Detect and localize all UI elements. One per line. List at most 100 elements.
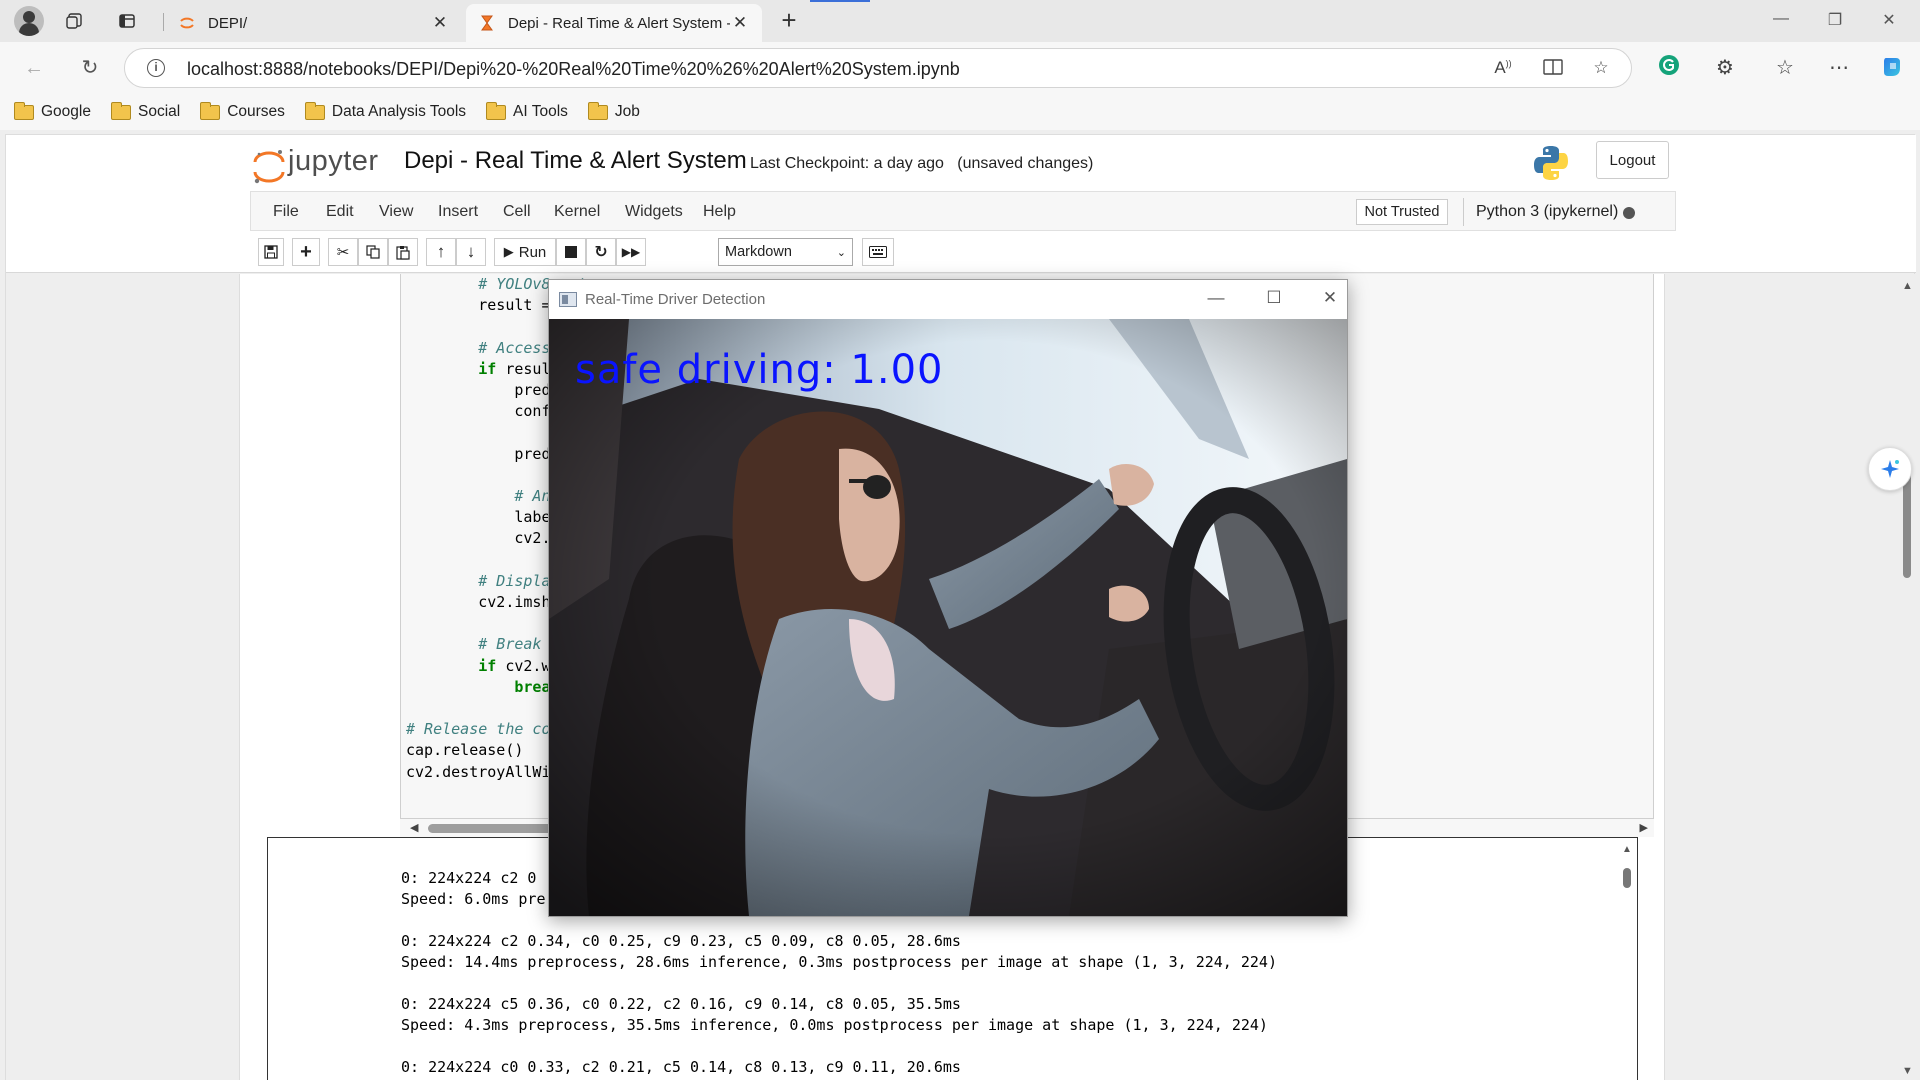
menu-kernel[interactable]: Kernel (554, 203, 600, 221)
bookmark-label: AI Tools (513, 103, 568, 120)
refresh-icon[interactable]: ↻ (76, 55, 104, 81)
tab-depi-folder[interactable]: DEPI/ ✕ (166, 4, 462, 42)
move-up-icon[interactable]: ↑ (426, 238, 456, 266)
notebook-name[interactable]: Depi - Real Time & Alert System (404, 147, 747, 175)
opencv-window[interactable]: Real-Time Driver Detection — ☐ ✕ safe dr… (548, 279, 1348, 917)
close-window-icon[interactable]: ✕ (1315, 288, 1345, 310)
close-tab-icon[interactable]: ✕ (430, 13, 450, 33)
opencv-titlebar[interactable]: Real-Time Driver Detection — ☐ ✕ (549, 280, 1347, 319)
tab-actions-icon[interactable] (114, 9, 140, 33)
menu-cell[interactable]: Cell (503, 203, 531, 221)
keyword-token: if (478, 656, 497, 675)
tab-notebook[interactable]: Depi - Real Time & Alert System - ✕ (466, 4, 762, 42)
cell-type-value: Markdown (725, 244, 792, 260)
menu-widgets[interactable]: Widgets (625, 203, 683, 221)
close-window-icon[interactable]: ✕ (1874, 10, 1904, 32)
output-line: Speed: 14.4ms preprocess, 28.6ms inferen… (401, 953, 1277, 971)
tab-separator (163, 13, 164, 31)
bookmark-label: Data Analysis Tools (331, 103, 467, 120)
favorite-star-icon[interactable]: ☆ (1589, 58, 1613, 80)
bookmark-label: Courses (227, 103, 285, 120)
scroll-right-icon[interactable]: ▶ (1640, 821, 1648, 834)
maximize-icon[interactable]: ☐ (1259, 288, 1289, 310)
keyboard-icon[interactable] (862, 238, 894, 266)
unsaved-indicator: (unsaved changes) (957, 155, 1094, 172)
run-label: Run (518, 243, 547, 261)
minimize-icon[interactable]: — (1201, 288, 1231, 310)
folder-icon (304, 101, 325, 120)
menu-view[interactable]: View (379, 203, 413, 221)
jupyter-logo-text[interactable]: jupyter (288, 145, 379, 178)
more-icon[interactable]: ⋯ (1824, 54, 1854, 82)
driver-image (549, 319, 1347, 916)
window-app-icon (559, 292, 577, 307)
read-aloud-icon[interactable]: A)) (1491, 58, 1515, 80)
menu-insert[interactable]: Insert (438, 203, 478, 221)
restart-run-all-icon[interactable]: ▶▶ (616, 238, 646, 266)
logout-button[interactable]: Logout (1596, 141, 1669, 179)
bookmark-social[interactable]: Social (110, 101, 180, 121)
interrupt-icon[interactable] (556, 238, 586, 266)
paste-icon[interactable] (388, 238, 418, 266)
menu-help[interactable]: Help (703, 203, 736, 221)
back-icon[interactable]: ← (20, 55, 48, 81)
output-line: 0: 224x224 c0 0.33, c2 0.21, c5 0.14, c8… (401, 1058, 961, 1076)
scroll-up-icon[interactable]: ▲ (1902, 280, 1913, 292)
extensions-icon[interactable]: ⚙ (1710, 54, 1740, 82)
save-icon[interactable] (258, 238, 284, 266)
output-line: ​ (401, 1036, 1277, 1057)
jupyter-favicon-icon (180, 17, 194, 29)
run-button[interactable]: ▶ Run (494, 238, 556, 266)
bookmark-courses[interactable]: Courses (200, 101, 285, 121)
browser-toolbar: ← ↻ i localhost:8888/notebooks/DEPI/Depi… (0, 42, 1920, 94)
menu-edit[interactable]: Edit (326, 203, 354, 221)
insert-cell-icon[interactable]: + (292, 238, 320, 266)
run-icon: ▶ (503, 244, 514, 259)
address-url[interactable]: localhost:8888/notebooks/DEPI/Depi%20-%2… (187, 59, 960, 80)
info-icon[interactable]: i (147, 59, 165, 77)
favorites-icon[interactable]: ☆ (1770, 54, 1800, 82)
move-down-icon[interactable]: ↓ (456, 238, 486, 266)
chevron-down-icon: ⌄ (836, 246, 846, 259)
output-line: 0: 224x224 c5 0.36, c0 0.22, c2 0.16, c9… (401, 995, 961, 1013)
bookmark-data-analysis-tools[interactable]: Data Analysis Tools (304, 101, 467, 121)
scrollbar-thumb[interactable] (1903, 470, 1911, 578)
output-scrollbar[interactable]: ▲ (1617, 838, 1637, 1080)
scroll-up-icon[interactable]: ▲ (1622, 844, 1632, 855)
keyword-token: if (478, 359, 497, 378)
grammarly-icon[interactable] (1654, 54, 1684, 82)
kernel-status-indicator (1623, 207, 1635, 219)
jupyter-logo-icon[interactable] (252, 147, 286, 187)
minimize-icon[interactable]: — (1766, 10, 1796, 32)
opencv-window-title: Real-Time Driver Detection (585, 291, 766, 308)
restart-icon[interactable]: ↻ (586, 238, 616, 266)
bookmark-job[interactable]: Job (587, 101, 640, 121)
browser-tab-strip: DEPI/ ✕ Depi - Real Time & Alert System … (0, 0, 1920, 42)
page-vertical-scrollbar[interactable]: ▲ ▼ (1899, 274, 1915, 1080)
copilot-sparkle-icon[interactable] (1868, 447, 1912, 491)
copy-icon[interactable] (358, 238, 388, 266)
profile-avatar[interactable] (14, 6, 44, 36)
scroll-down-icon[interactable]: ▼ (1902, 1065, 1913, 1077)
tab-label: Depi - Real Time & Alert System - (508, 14, 730, 32)
cut-icon[interactable]: ✂ (328, 238, 358, 266)
restore-icon[interactable]: ❐ (1820, 10, 1850, 32)
scroll-left-icon[interactable]: ◀ (410, 821, 418, 834)
collections-icon[interactable] (62, 9, 88, 33)
bookmarks-bar: Google Social Courses Data Analysis Tool… (0, 94, 1920, 130)
close-tab-icon[interactable]: ✕ (730, 13, 750, 33)
copilot-icon[interactable] (1878, 54, 1908, 82)
immersive-reader-icon[interactable] (1541, 58, 1565, 80)
cell-type-select[interactable]: Markdown ⌄ (718, 238, 853, 266)
not-trusted-button[interactable]: Not Trusted (1356, 199, 1448, 225)
tab-accent-line (810, 0, 870, 2)
kernel-name[interactable]: Python 3 (ipykernel) (1476, 203, 1618, 221)
bookmark-google[interactable]: Google (14, 101, 91, 121)
tab-label: DEPI/ (208, 14, 248, 32)
address-bar[interactable]: i localhost:8888/notebooks/DEPI/Depi%20-… (124, 48, 1632, 88)
new-tab-button[interactable]: + (774, 7, 804, 34)
scrollbar-thumb[interactable] (1623, 868, 1631, 888)
menu-file[interactable]: File (273, 203, 299, 221)
bookmark-ai-tools[interactable]: AI Tools (486, 101, 568, 121)
folder-icon (486, 101, 507, 120)
